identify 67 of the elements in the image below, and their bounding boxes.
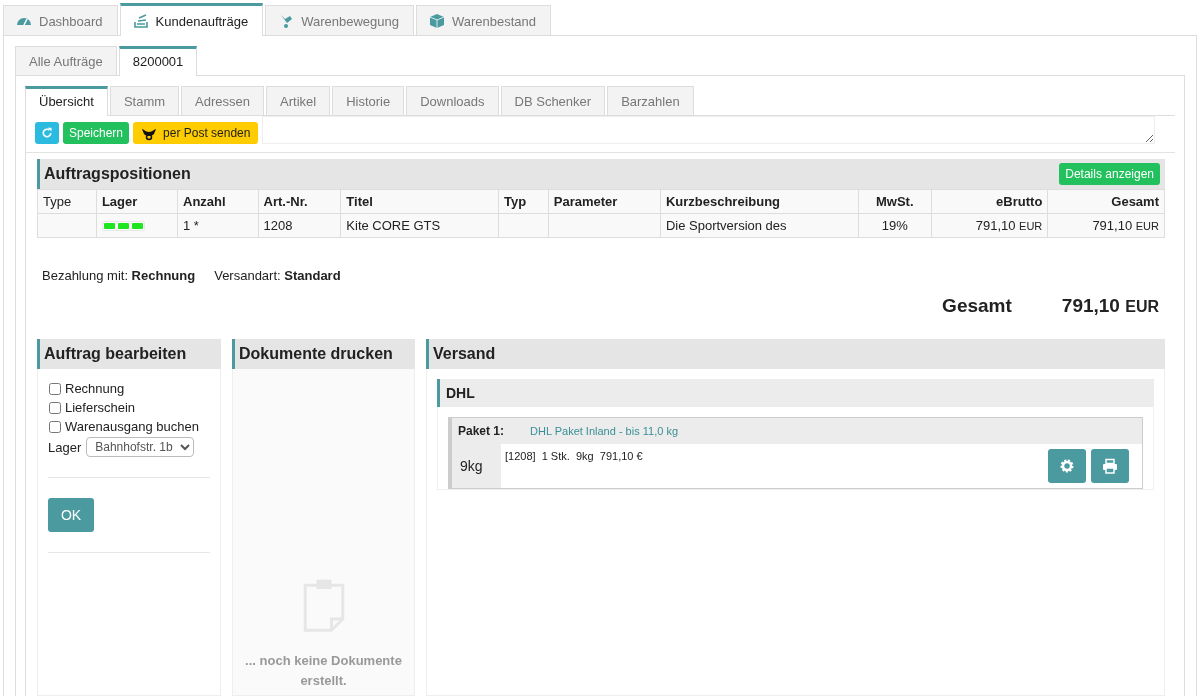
package-label: Paket 1: — [458, 424, 505, 438]
warehouse-dropdown[interactable]: Bahnhofstr. 1b — [86, 437, 195, 457]
checkbox-label: Lieferschein — [65, 400, 136, 415]
checkbox-label: Warenausgang buchen — [65, 419, 199, 434]
detail-tab[interactable]: Artikel — [266, 86, 331, 116]
ok-button[interactable]: OK — [48, 498, 94, 532]
empty-message: ... noch keine Dokumente erstellt. — [244, 652, 403, 690]
column-header: Type — [37, 189, 97, 214]
main-tab[interactable]: Kundenaufträge — [119, 3, 264, 36]
section-title: Versand — [433, 345, 496, 363]
main-tab[interactable]: Dashboard — [3, 5, 118, 36]
table-cell: Die Sportversion des — [660, 213, 859, 238]
total-amount: 791,10 EUR — [1061, 295, 1159, 317]
stacked-trays-icon — [132, 13, 149, 29]
detail-tab[interactable]: Downloads — [406, 86, 499, 116]
shipping-method-text: Versandart: Standard — [214, 268, 341, 283]
table-cell: 791,10 EUR — [931, 213, 1048, 238]
column-header: Typ — [498, 189, 549, 214]
detail-tab[interactable]: DB Schenker — [500, 86, 606, 116]
section-title: Dokumente drucken — [239, 345, 393, 363]
refresh-icon — [41, 125, 53, 141]
settings-button[interactable] — [1048, 449, 1086, 483]
carrier-header: DHL — [437, 379, 1154, 407]
detail-tab[interactable]: Übersicht — [25, 86, 108, 116]
detail-tab[interactable]: Barzahlen — [607, 86, 694, 116]
detail-tab[interactable]: Stamm — [109, 86, 180, 116]
total-label: Gesamt — [942, 295, 1012, 317]
main-tab[interactable]: Warenbewegung — [265, 5, 414, 36]
column-header: eBrutto — [931, 189, 1048, 214]
column-header: Kurzbeschreibung — [660, 189, 859, 214]
table-cell: 1208 — [258, 213, 341, 238]
stock-indicator-icon — [101, 220, 145, 231]
notes-field[interactable] — [262, 116, 1155, 144]
details-button[interactable]: Details anzeigen — [1059, 163, 1160, 185]
payment-method-text: Bezahlung mit: Rechnung — [42, 268, 196, 283]
column-header: Lager — [96, 189, 178, 214]
save-button[interactable]: Speichern — [63, 122, 130, 144]
package-contents: [1208] 1 Stk. 9kg 791,10 € — [504, 449, 644, 464]
column-header: Art.-Nr. — [258, 189, 341, 214]
field-label: Lager — [48, 439, 82, 455]
table-cell: 791,10 EUR — [1047, 213, 1165, 238]
checkbox[interactable] — [49, 420, 61, 433]
detail-tab[interactable]: Historie — [332, 86, 405, 116]
print-button[interactable] — [1091, 449, 1129, 483]
order-tab[interactable]: Alle Aufträge — [15, 46, 117, 76]
checkbox-label: Rechnung — [65, 381, 125, 396]
refresh-button[interactable] — [35, 122, 59, 144]
table-cell: Kite CORE GTS — [340, 213, 499, 238]
order-tab[interactable]: 8200001 — [118, 46, 198, 76]
checkbox[interactable] — [49, 401, 61, 414]
checkbox[interactable] — [49, 382, 61, 395]
package-weight: 9kg — [452, 444, 501, 488]
section-title: Auftrag bearbeiten — [44, 345, 187, 363]
section-title: Auftragspositionen — [44, 165, 191, 183]
package-product: DHL Paket Inland - bis 11,0 kg — [530, 425, 678, 437]
column-header: Titel — [340, 189, 499, 214]
send-by-post-button[interactable]: per Post senden — [133, 122, 259, 144]
column-header: MwSt. — [858, 189, 932, 214]
column-header: Gesamt — [1047, 189, 1165, 214]
detail-tab[interactable]: Adressen — [181, 86, 264, 116]
printer-icon — [1102, 458, 1118, 474]
box-icon — [428, 13, 445, 29]
hand-truck-icon — [278, 13, 295, 29]
settings-icon — [1059, 458, 1075, 474]
main-tab[interactable]: Warenbestand — [415, 5, 552, 36]
column-header: Anzahl — [177, 189, 259, 214]
column-header: Parameter — [548, 189, 661, 214]
